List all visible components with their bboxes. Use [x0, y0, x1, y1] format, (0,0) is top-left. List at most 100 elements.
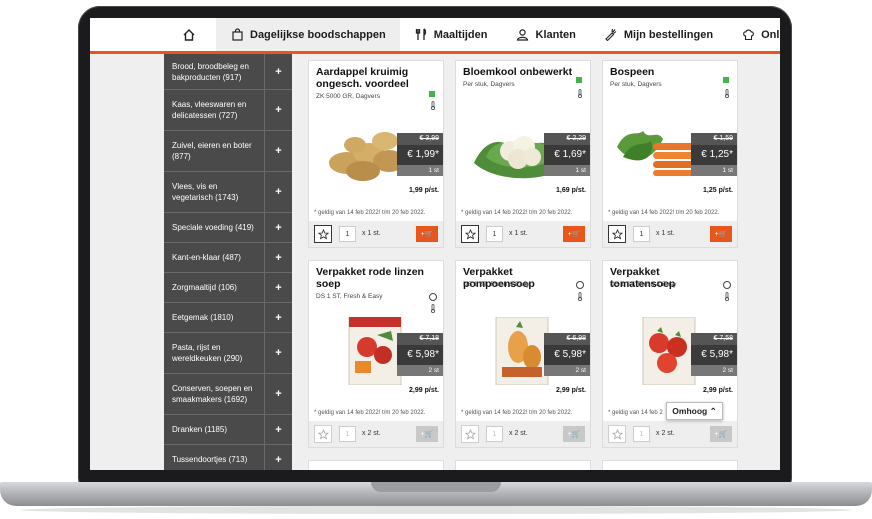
nav-maaltijden[interactable]: Maaltijden	[400, 18, 502, 51]
expand-plus-icon[interactable]: +	[264, 213, 292, 242]
sidebar-item-speciale-voeding[interactable]: Speciale voeding (419) +	[164, 213, 292, 243]
nav-klanten[interactable]: Klanten	[502, 18, 590, 51]
sale-price: € 1,99*	[397, 145, 443, 165]
product-card[interactable]: Verpakket rode linzen soep DS 1 ST, Fres…	[308, 260, 444, 448]
category-label: Tussendoortjes (713)	[172, 455, 248, 464]
product-subtitle: DS 1 ST, Fresh & Easy	[610, 281, 677, 288]
sidebar-item-kant-en-klaar[interactable]: Kant-en-klaar (487) +	[164, 243, 292, 273]
quantity-input[interactable]: 1	[486, 226, 503, 242]
star-icon	[317, 428, 329, 439]
nav-label: Mijn bestellingen	[623, 28, 714, 41]
old-price: € 7,58	[691, 333, 737, 345]
thermometer-icon	[725, 89, 729, 98]
expand-plus-icon[interactable]: +	[264, 54, 292, 89]
fresh-leaf-icon	[429, 91, 435, 97]
old-price: € 2,29	[544, 133, 590, 145]
expand-plus-icon[interactable]: +	[264, 273, 292, 302]
quantity-input[interactable]: 1	[339, 426, 356, 442]
category-label: Eetgemak (1810)	[172, 313, 234, 322]
expand-plus-icon[interactable]: +	[264, 90, 292, 130]
quantity-input[interactable]: 1	[486, 426, 503, 442]
nav-online-chef[interactable]: Online Chef	[727, 18, 780, 51]
product-title: Verpakket rode linzen soep	[316, 266, 424, 290]
expand-plus-icon[interactable]: +	[264, 303, 292, 332]
order-bar: 1 x 2 st. +🛒	[309, 421, 443, 447]
nav-dagelijkse-boodschappen[interactable]: Dagelijkse boodschappen	[216, 18, 400, 51]
quantity-input[interactable]: 1	[339, 226, 356, 242]
sidebar-item-zuivel[interactable]: Zuivel, eieren en boter (877) +	[164, 131, 292, 172]
expand-plus-icon[interactable]: +	[264, 131, 292, 171]
sidebar-item-conserven[interactable]: Conserven, soepen en smaakmakers (1692) +	[164, 374, 292, 415]
favorite-star-button[interactable]	[461, 425, 479, 443]
product-card-partial[interactable]	[602, 460, 738, 470]
expand-plus-icon[interactable]: +	[264, 445, 292, 470]
old-price: € 6,98	[544, 333, 590, 345]
thermometer-icon	[578, 292, 582, 301]
quantity-multiplier: x 2 st.	[509, 430, 528, 437]
validity-note: * geldig van 14 feb 2	[608, 410, 663, 416]
sidebar-item-brood[interactable]: Brood, broodbeleg en bakproducten (917) +	[164, 54, 292, 90]
validity-note: * geldig van 14 feb 2022! t/m 20 feb 202…	[314, 410, 426, 416]
product-card[interactable]: Bloemkool onbewerkt Per stuk, Dagvers € …	[455, 60, 591, 248]
favorite-star-button[interactable]	[461, 225, 479, 243]
product-card[interactable]: Verpakket pompoensoep DS 1 ST, Fresh & E…	[455, 260, 591, 448]
expand-plus-icon[interactable]: +	[264, 243, 292, 272]
product-card-partial[interactable]	[455, 460, 591, 470]
expand-plus-icon[interactable]: +	[264, 172, 292, 212]
thermometer-icon	[431, 304, 435, 313]
price-box: € 6,98 € 5,98* 2 st	[544, 333, 590, 376]
quantity-multiplier: x 2 st.	[656, 430, 675, 437]
expand-plus-icon[interactable]: +	[264, 415, 292, 444]
favorite-star-button[interactable]	[608, 425, 626, 443]
product-card-partial[interactable]	[308, 460, 444, 470]
quantity-input[interactable]: 1	[633, 226, 650, 242]
unit-price: 1,25 p/st.	[703, 187, 733, 194]
product-card[interactable]: Aardappel kruimig ongesch. voordeel ZK 5…	[308, 60, 444, 248]
validity-note: * geldig van 14 feb 2022! t/m 20 feb 202…	[314, 210, 426, 216]
laptop-notch	[371, 482, 501, 492]
order-bar: 1 x 1 st. +🛒	[603, 221, 737, 247]
product-card[interactable]: Bospeen Per stuk, Dagvers € 1,59 € 1,25*…	[602, 60, 738, 248]
favorite-star-button[interactable]	[314, 225, 332, 243]
order-bar: 1 x 1 st. +🛒	[456, 221, 590, 247]
category-label: Zuivel, eieren en boter (877)	[172, 141, 252, 161]
price-box: € 7,58 € 5,98* 2 st	[691, 333, 737, 376]
nav-mijn-bestellingen[interactable]: Mijn bestellingen	[590, 18, 727, 51]
add-to-cart-button[interactable]: +🛒	[563, 426, 585, 442]
add-to-cart-button[interactable]: +🛒	[710, 226, 732, 242]
thermometer-icon	[578, 89, 582, 98]
sale-price: € 1,25*	[691, 145, 737, 165]
sidebar-item-tussendoortjes[interactable]: Tussendoortjes (713) +	[164, 445, 292, 470]
sidebar-item-vlees[interactable]: Vlees, vis en vegetarisch (1743) +	[164, 172, 292, 213]
sale-price: € 1,69*	[544, 145, 590, 165]
nav-home[interactable]	[168, 18, 216, 51]
unit-price: 1,99 p/st.	[409, 187, 439, 194]
add-to-cart-button[interactable]: +🛒	[563, 226, 585, 242]
cutlery-icon	[414, 28, 428, 42]
category-label: Dranken (1185)	[172, 425, 227, 434]
unit-price: 2,99 p/st.	[556, 387, 586, 394]
user-icon	[516, 28, 530, 42]
sidebar-item-zorgmaaltijd[interactable]: Zorgmaaltijd (106) +	[164, 273, 292, 303]
expand-plus-icon[interactable]: +	[264, 333, 292, 373]
sidebar-item-dranken[interactable]: Dranken (1185) +	[164, 415, 292, 445]
old-price: € 3,99	[397, 133, 443, 145]
sidebar-item-pasta[interactable]: Pasta, rijst en wereldkeuken (290) +	[164, 333, 292, 374]
clock-icon	[576, 281, 584, 289]
quantity-input[interactable]: 1	[633, 426, 650, 442]
product-subtitle: ZK 5000 GR, Dagvers	[316, 93, 380, 100]
quantity-multiplier: x 1 st.	[362, 230, 381, 237]
sidebar-item-eetgemak[interactable]: Eetgemak (1810) +	[164, 303, 292, 333]
sidebar-item-kaas[interactable]: Kaas, vleeswaren en delicatessen (727) +	[164, 90, 292, 131]
back-to-top-button[interactable]: Omhoog ⌃	[666, 402, 723, 420]
category-label: Brood, broodbeleg en bakproducten (917)	[172, 61, 249, 82]
add-to-cart-button[interactable]: +🛒	[416, 426, 438, 442]
thermometer-icon	[725, 292, 729, 301]
add-to-cart-button[interactable]: +🛒	[416, 226, 438, 242]
order-bar: 1 x 2 st. +🛒	[603, 421, 737, 447]
favorite-star-button[interactable]	[608, 225, 626, 243]
category-label: Pasta, rijst en wereldkeuken (290)	[172, 343, 243, 363]
expand-plus-icon[interactable]: +	[264, 374, 292, 414]
favorite-star-button[interactable]	[314, 425, 332, 443]
add-to-cart-button[interactable]: +🛒	[710, 426, 732, 442]
